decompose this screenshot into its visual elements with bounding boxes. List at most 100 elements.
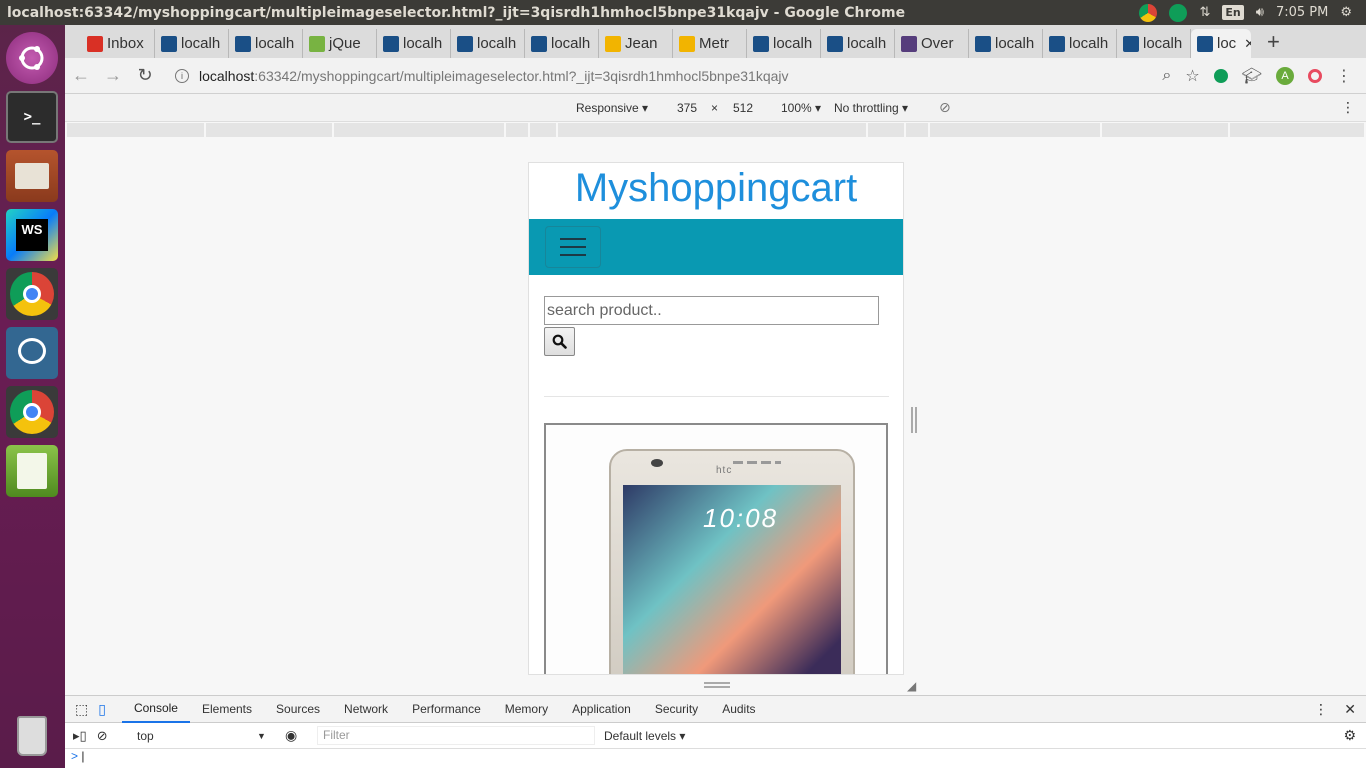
device-toolbar-menu-icon[interactable]: ⋮ <box>1341 99 1355 116</box>
tab-label: Inbox <box>107 35 144 52</box>
profile-avatar[interactable]: A <box>1276 66 1294 85</box>
hangouts-tray-icon[interactable] <box>1169 3 1188 22</box>
devtools-tab-memory[interactable]: Memory <box>493 696 560 723</box>
live-expression-eye-icon[interactable]: ◉ <box>285 727 297 744</box>
search-icon <box>552 334 567 349</box>
terminal-icon[interactable]: >_ <box>6 91 58 143</box>
file-manager-icon[interactable] <box>6 150 58 202</box>
resize-handle-corner[interactable]: ◢ <box>907 679 916 693</box>
browser-tab[interactable]: jQue <box>303 29 377 58</box>
browser-tab[interactable]: localh <box>155 29 229 58</box>
devtools-panel: ⬚ ▯ Console Elements Sources Network Perform… <box>65 695 1366 768</box>
volume-icon[interactable]: 🔊︎ <box>1256 5 1264 20</box>
browser-tab[interactable]: localh <box>747 29 821 58</box>
postgresql-icon[interactable] <box>6 327 58 379</box>
clock[interactable]: 7:05 PM <box>1276 5 1328 20</box>
search-button[interactable] <box>544 327 575 356</box>
navbar-toggler-button[interactable] <box>545 226 601 268</box>
device-toggle-icon[interactable]: ▯ <box>94 701 122 718</box>
forward-button[interactable]: → <box>97 65 129 86</box>
media-query-bar[interactable] <box>65 122 1366 138</box>
phone-clock: 10:08 <box>703 503 779 533</box>
browser-tab[interactable]: localh <box>229 29 303 58</box>
console-filter-input[interactable]: Filter <box>317 726 595 745</box>
zoom-icon[interactable]: ⌕ <box>1162 67 1171 85</box>
devtools-tab-console[interactable]: Console <box>121 696 190 723</box>
bookmark-star-icon[interactable]: ☆ <box>1185 66 1199 86</box>
webstorm-icon <box>383 35 399 52</box>
chrome-icon[interactable] <box>6 268 58 320</box>
hangouts-extension-icon[interactable] <box>1213 68 1228 83</box>
console-settings-gear-icon[interactable]: ⚙ <box>1343 727 1356 744</box>
doc-icon <box>605 35 621 52</box>
settings-gear-icon[interactable]: ⚙ <box>1340 5 1352 20</box>
devtools-menu-icon[interactable]: ⋮ <box>1314 701 1328 718</box>
devtools-tab-network[interactable]: Network <box>332 696 400 723</box>
menu-kebab-icon[interactable]: ⋮ <box>1336 66 1352 86</box>
console-prompt[interactable]: > | <box>65 749 1366 767</box>
opera-extension-icon[interactable] <box>1308 68 1322 83</box>
network-icon[interactable]: ⇅ <box>1199 5 1210 20</box>
tab-label: localh <box>847 35 887 52</box>
ubuntu-dash-icon[interactable] <box>6 32 58 84</box>
devtools-tab-sources[interactable]: Sources <box>264 696 332 723</box>
chrome-icon[interactable] <box>6 386 58 438</box>
browser-tab[interactable]: Over <box>895 29 969 58</box>
webstorm-icon <box>827 35 843 52</box>
webstorm-icon[interactable]: WS <box>6 209 58 261</box>
back-button[interactable]: ← <box>65 65 97 86</box>
viewport-height-input[interactable]: 512 <box>733 101 753 115</box>
toolbar: ← → ↻ i localhost:63342/myshoppingcart/m… <box>65 58 1366 94</box>
zoom-select[interactable]: 100% ▾ <box>781 101 821 115</box>
incognito-extension-icon[interactable]: 🎓︎ <box>1242 66 1262 86</box>
clear-console-icon[interactable]: ⊘ <box>97 728 120 744</box>
product-image-card[interactable]: htc 10:08 <box>544 423 888 674</box>
resize-handle-right[interactable] <box>911 407 917 433</box>
browser-tab[interactable]: Metr <box>673 29 747 58</box>
rotate-icon[interactable]: ⊘ <box>939 99 951 116</box>
context-select[interactable]: top <box>137 729 154 743</box>
throttling-select[interactable]: No throttling ▾ <box>834 101 908 115</box>
devtools-tab-application[interactable]: Application <box>560 696 643 723</box>
tab-label: Metr <box>699 35 729 52</box>
site-brand[interactable]: Myshoppingcart <box>529 163 903 219</box>
product-search-input[interactable] <box>544 296 879 325</box>
browser-tab[interactable]: Inbox <box>81 29 155 58</box>
reload-button[interactable]: ↻ <box>129 65 161 86</box>
text-editor-icon[interactable] <box>6 445 58 497</box>
devtools-tab-elements[interactable]: Elements <box>190 696 264 723</box>
trash-icon[interactable] <box>6 710 58 762</box>
new-tab-button[interactable]: + <box>1251 29 1296 58</box>
close-devtools-icon[interactable]: ✕ <box>1344 701 1356 718</box>
log-levels-select[interactable]: Default levels ▾ <box>604 729 685 743</box>
devtools-tab-performance[interactable]: Performance <box>400 696 493 723</box>
browser-tab[interactable]: localh <box>969 29 1043 58</box>
viewport-width-input[interactable]: 375 <box>677 101 697 115</box>
inspect-element-icon[interactable]: ⬚ <box>65 701 94 718</box>
context-chevron-icon[interactable]: ▼ <box>257 731 266 741</box>
tab-label: localh <box>1143 35 1183 52</box>
browser-tab[interactable]: localh <box>1117 29 1191 58</box>
browser-tab[interactable]: localh <box>525 29 599 58</box>
browser-tab[interactable]: localh <box>451 29 525 58</box>
browser-tab[interactable]: Jean <box>599 29 673 58</box>
webstorm-icon <box>975 35 991 52</box>
browser-tab[interactable]: localh <box>1043 29 1117 58</box>
keyboard-language[interactable]: En <box>1222 5 1244 20</box>
url-host: localhost <box>199 67 255 84</box>
info-icon[interactable]: i <box>175 68 189 83</box>
address-bar[interactable]: i localhost:63342/myshoppingcart/multipl… <box>161 68 1162 84</box>
resize-handle-bottom[interactable] <box>704 682 730 688</box>
browser-tab-active[interactable]: loc ✕ <box>1191 29 1251 58</box>
tab-label: Jean <box>625 35 658 52</box>
browser-tab[interactable]: localh <box>821 29 895 58</box>
sidebar-toggle-icon[interactable]: ▸▯ <box>65 728 97 744</box>
devtools-tab-security[interactable]: Security <box>643 696 710 723</box>
chrome-tray-icon[interactable] <box>1139 3 1158 22</box>
tab-strip: Inbox localh localh jQue localh localh localh J… <box>65 25 1366 58</box>
device-mode-select[interactable]: Responsive ▾ <box>576 101 648 115</box>
browser-tab[interactable]: localh <box>377 29 451 58</box>
devtools-tab-audits[interactable]: Audits <box>710 696 767 723</box>
close-tab-icon[interactable]: ✕ <box>1244 36 1251 52</box>
prompt-caret: > <box>71 749 79 763</box>
